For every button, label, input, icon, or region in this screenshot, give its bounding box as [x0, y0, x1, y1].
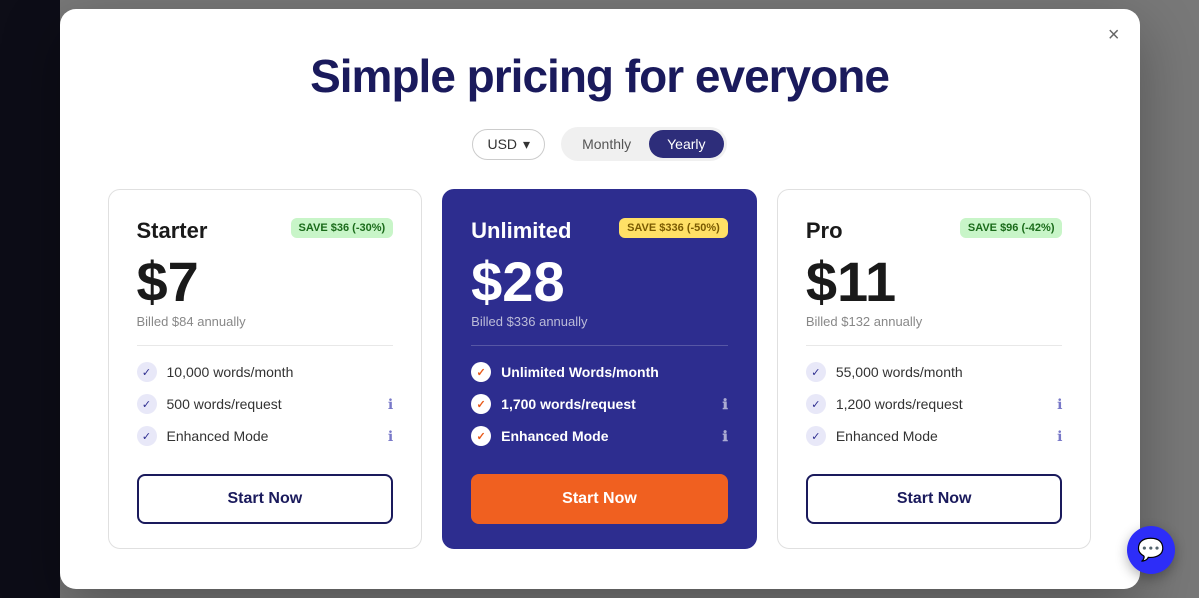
plans-grid: Starter SAVE $36 (-30%) $7 Billed $84 an… [108, 189, 1092, 549]
plan-unlimited-divider [471, 345, 728, 346]
plan-unlimited-cta[interactable]: Start Now [471, 474, 728, 524]
feature-text: 1,700 words/request [501, 396, 636, 412]
plan-unlimited-billing: Billed $336 annually [471, 314, 728, 329]
plan-starter-features: ✓ 10,000 words/month ✓ 500 words/request… [137, 362, 394, 446]
info-icon[interactable]: ℹ [388, 396, 393, 413]
feature-text: 10,000 words/month [167, 364, 294, 380]
feature-item: ✓ 1,700 words/request ℹ [471, 394, 728, 414]
feature-item: ✓ 1,200 words/request ℹ [806, 394, 1063, 414]
check-icon: ✓ [471, 426, 491, 446]
plan-pro-billing: Billed $132 annually [806, 314, 1063, 329]
monthly-toggle[interactable]: Monthly [564, 130, 649, 158]
plan-pro-name: Pro [806, 218, 843, 244]
info-icon[interactable]: ℹ [723, 396, 728, 413]
plan-starter-price: $7 [137, 254, 394, 310]
plan-pro-divider [806, 345, 1063, 346]
currency-dropdown-icon: ▾ [523, 136, 530, 153]
chat-icon: 💬 [1137, 537, 1164, 563]
billing-toggle: Monthly Yearly [561, 127, 726, 161]
plan-pro-features: ✓ 55,000 words/month ✓ 1,200 words/reque… [806, 362, 1063, 446]
plan-unlimited-price: $28 [471, 254, 728, 310]
plan-starter-header: Starter SAVE $36 (-30%) [137, 218, 394, 244]
plan-starter-cta[interactable]: Start Now [137, 474, 394, 524]
feature-item: ✓ 10,000 words/month [137, 362, 394, 382]
feature-text: 1,200 words/request [836, 396, 963, 412]
info-icon[interactable]: ℹ [723, 428, 728, 445]
feature-text: Unlimited Words/month [501, 364, 659, 380]
plan-pro: Pro SAVE $96 (-42%) $11 Billed $132 annu… [777, 189, 1092, 549]
feature-item: ✓ Enhanced Mode ℹ [137, 426, 394, 446]
check-icon: ✓ [471, 394, 491, 414]
plan-starter-divider [137, 345, 394, 346]
check-icon: ✓ [806, 394, 826, 414]
check-icon: ✓ [806, 362, 826, 382]
plan-pro-badge: SAVE $96 (-42%) [960, 218, 1063, 238]
currency-selector[interactable]: USD ▾ [472, 129, 545, 160]
feature-item: ✓ Unlimited Words/month [471, 362, 728, 382]
feature-text: 500 words/request [167, 396, 282, 412]
currency-value: USD [487, 136, 517, 152]
chat-bubble-button[interactable]: 💬 [1127, 526, 1175, 574]
feature-item: ✓ 500 words/request ℹ [137, 394, 394, 414]
plan-starter-billing: Billed $84 annually [137, 314, 394, 329]
feature-item: ✓ 55,000 words/month [806, 362, 1063, 382]
modal-title: Simple pricing for everyone [108, 49, 1092, 103]
plan-unlimited-features: ✓ Unlimited Words/month ✓ 1,700 words/re… [471, 362, 728, 446]
feature-text: Enhanced Mode [167, 428, 269, 444]
close-button[interactable]: × [1108, 25, 1120, 45]
modal-overlay: × Simple pricing for everyone USD ▾ Mont… [0, 0, 1199, 598]
plan-starter: Starter SAVE $36 (-30%) $7 Billed $84 an… [108, 189, 423, 549]
plan-unlimited-name: Unlimited [471, 218, 571, 244]
plan-unlimited-badge: SAVE $336 (-50%) [619, 218, 728, 238]
info-icon[interactable]: ℹ [1057, 428, 1062, 445]
yearly-toggle[interactable]: Yearly [649, 130, 723, 158]
info-icon[interactable]: ℹ [388, 428, 393, 445]
plan-pro-header: Pro SAVE $96 (-42%) [806, 218, 1063, 244]
plan-starter-badge: SAVE $36 (-30%) [291, 218, 394, 238]
check-icon: ✓ [137, 394, 157, 414]
plan-pro-price: $11 [806, 254, 1063, 310]
feature-text: Enhanced Mode [501, 428, 608, 444]
pricing-modal: × Simple pricing for everyone USD ▾ Mont… [60, 9, 1140, 589]
info-icon[interactable]: ℹ [1057, 396, 1062, 413]
check-icon: ✓ [806, 426, 826, 446]
check-icon: ✓ [471, 362, 491, 382]
feature-item: ✓ Enhanced Mode ℹ [806, 426, 1063, 446]
plan-unlimited: Unlimited SAVE $336 (-50%) $28 Billed $3… [442, 189, 757, 549]
feature-item: ✓ Enhanced Mode ℹ [471, 426, 728, 446]
plan-pro-cta[interactable]: Start Now [806, 474, 1063, 524]
plan-unlimited-header: Unlimited SAVE $336 (-50%) [471, 218, 728, 244]
feature-text: 55,000 words/month [836, 364, 963, 380]
check-icon: ✓ [137, 362, 157, 382]
plan-starter-name: Starter [137, 218, 208, 244]
controls-row: USD ▾ Monthly Yearly [108, 127, 1092, 161]
check-icon: ✓ [137, 426, 157, 446]
feature-text: Enhanced Mode [836, 428, 938, 444]
